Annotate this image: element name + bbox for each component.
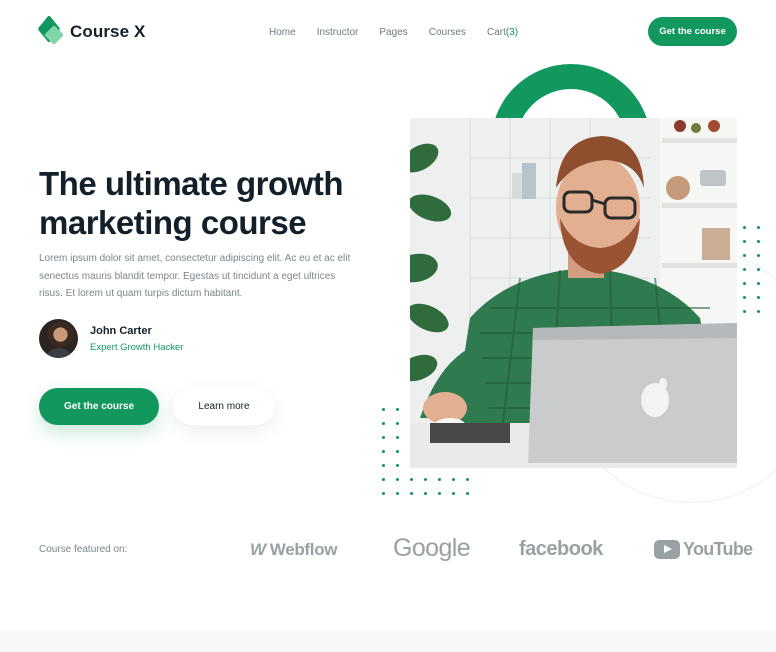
next-section-band xyxy=(0,630,776,652)
landing-page: Course X Home Instructor Pages Courses C… xyxy=(0,0,776,652)
hero-photo xyxy=(410,118,737,468)
facebook-logo: facebook xyxy=(519,538,603,561)
author-card: John Carter Expert Growth Hacker xyxy=(39,319,183,358)
course-x-logo-icon xyxy=(37,14,64,45)
dot xyxy=(452,478,455,481)
dot xyxy=(382,478,385,481)
dot xyxy=(396,464,399,467)
cart-count-badge: (3) xyxy=(505,27,519,38)
dot xyxy=(757,268,760,271)
dot xyxy=(438,478,441,481)
nav-item-instructor[interactable]: Instructor xyxy=(317,27,359,38)
dot xyxy=(382,492,385,495)
dot xyxy=(424,478,427,481)
nav-get-course-button[interactable]: Get the course xyxy=(648,17,737,46)
dot xyxy=(410,492,413,495)
dot xyxy=(757,240,760,243)
nav-item-cart[interactable]: Cart(3) xyxy=(487,27,518,38)
dot xyxy=(743,240,746,243)
dot xyxy=(382,450,385,453)
featured-label: Course featured on: xyxy=(39,544,128,555)
dot xyxy=(743,254,746,257)
dot xyxy=(743,296,746,299)
hero-title: The ultimate growth marketing course xyxy=(39,165,344,241)
dots-pattern-right xyxy=(743,226,771,324)
youtube-logo: YouTube xyxy=(654,539,753,560)
dot xyxy=(382,464,385,467)
dot xyxy=(438,492,441,495)
dot xyxy=(466,478,469,481)
youtube-wordmark: YouTube xyxy=(683,539,753,559)
facebook-wordmark: facebook xyxy=(519,538,603,560)
dot xyxy=(757,254,760,257)
cart-label: Cart xyxy=(486,27,506,38)
nav-item-home[interactable]: Home xyxy=(269,27,296,38)
dot xyxy=(382,422,385,425)
dot xyxy=(396,408,399,411)
dot xyxy=(410,478,413,481)
avatar xyxy=(39,319,78,358)
dot xyxy=(396,422,399,425)
dot xyxy=(424,492,427,495)
dot xyxy=(757,296,760,299)
dot xyxy=(396,492,399,495)
dot xyxy=(382,436,385,439)
main-nav: Home Instructor Pages Courses Cart(3) xyxy=(269,27,518,38)
brand-name: Course X xyxy=(70,22,146,41)
dot xyxy=(396,478,399,481)
webflow-logo-icon: W xyxy=(250,540,266,559)
author-name: John Carter xyxy=(90,324,152,337)
author-role: Expert Growth Hacker xyxy=(90,341,184,353)
dot xyxy=(743,226,746,229)
youtube-play-icon xyxy=(654,540,680,559)
dot xyxy=(757,226,760,229)
dot xyxy=(743,282,746,285)
google-wordmark: Google xyxy=(393,534,471,562)
nav-item-pages[interactable]: Pages xyxy=(379,27,407,38)
google-logo: Google xyxy=(393,534,471,563)
dot xyxy=(396,450,399,453)
hero-get-course-button[interactable]: Get the course xyxy=(39,388,159,425)
dot xyxy=(396,436,399,439)
dot xyxy=(466,492,469,495)
dot xyxy=(743,268,746,271)
webflow-wordmark: Webflow xyxy=(269,540,338,559)
dot xyxy=(382,408,385,411)
dot xyxy=(743,310,746,313)
site-logo[interactable]: Course X xyxy=(37,14,146,45)
learn-more-button[interactable]: Learn more xyxy=(173,388,275,425)
dot xyxy=(757,310,760,313)
nav-item-courses[interactable]: Courses xyxy=(429,27,466,38)
dot xyxy=(452,492,455,495)
hero-description: Lorem ipsum dolor sit amet, consectetur … xyxy=(39,253,351,299)
dot xyxy=(757,282,760,285)
webflow-logo: W Webflow xyxy=(250,540,338,560)
